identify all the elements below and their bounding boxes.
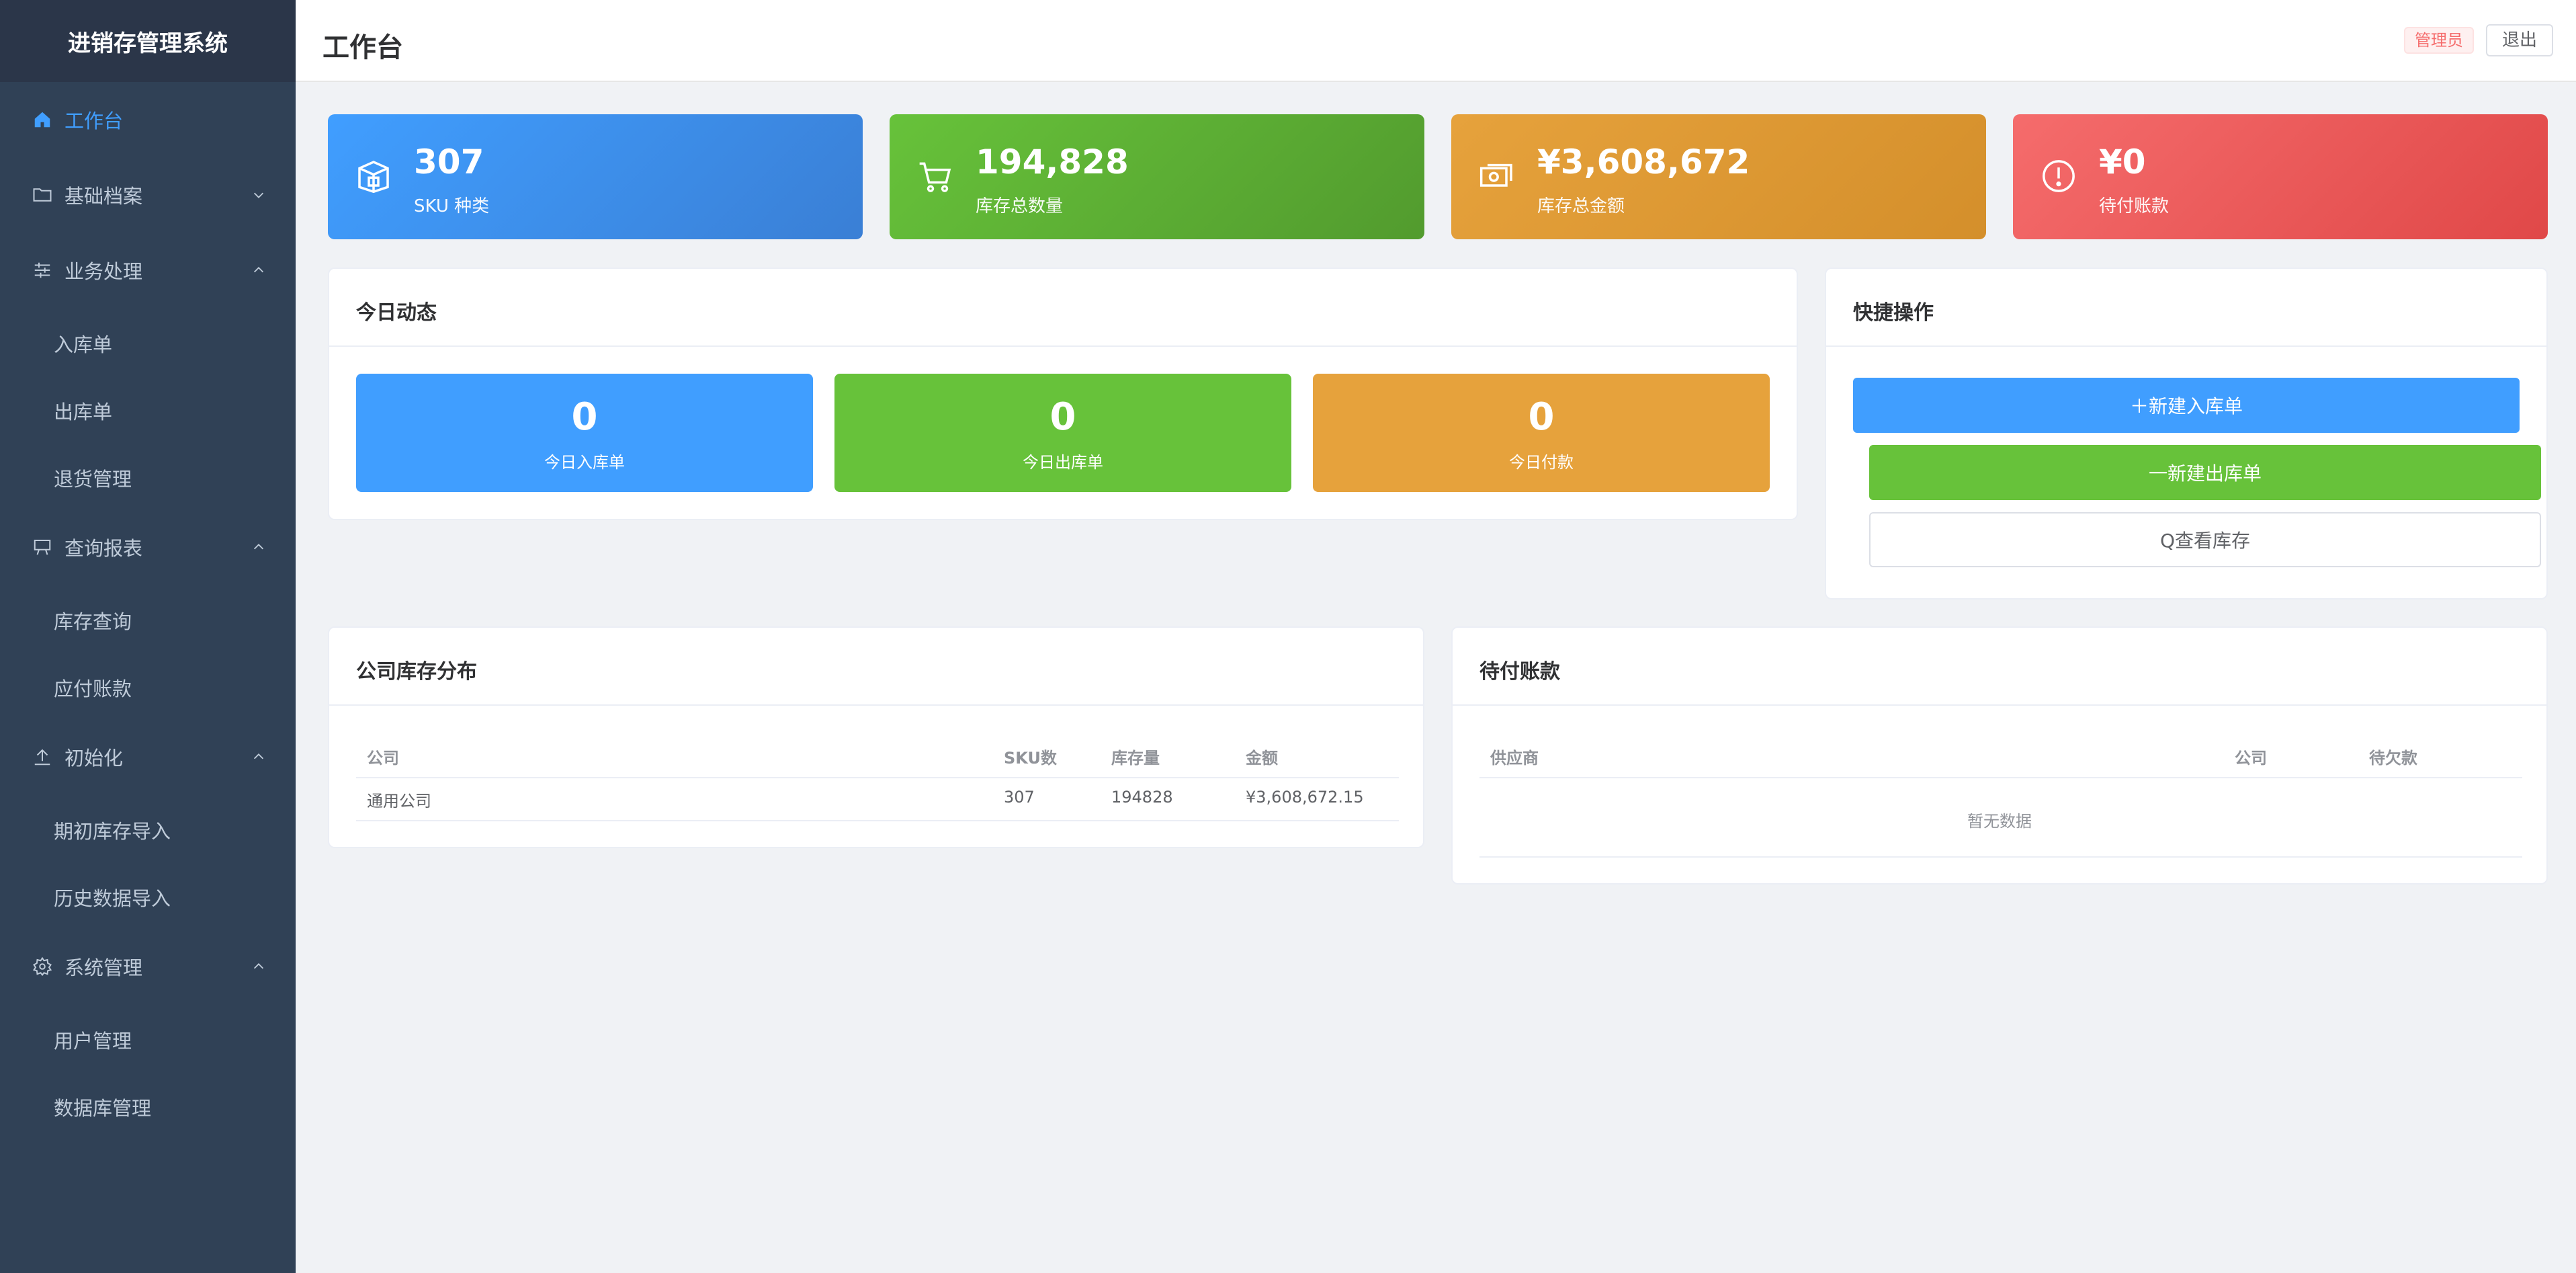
column-header: SKU数: [1004, 749, 1057, 768]
today-activity-panel: 今日动态 0 今日入库单 0 今日出库单 0 今日付款: [328, 268, 1798, 520]
table-cell: 194828: [1111, 788, 1173, 807]
sidebar-item-label: 初始化: [65, 747, 124, 770]
cart-icon: [919, 162, 951, 192]
warning-icon: [2043, 160, 2075, 192]
stat-card-payables: ¥0 待付账款: [2013, 114, 2548, 239]
sidebar-item-init[interactable]: 初始化: [0, 742, 296, 772]
today-outbound-card: 0 今日出库单: [834, 374, 1291, 492]
today-label: 今日付款: [1509, 453, 1574, 472]
stat-card-quantity: 194,828 库存总数量: [890, 114, 1424, 239]
stock-distribution-panel: 公司库存分布 公司 SKU数 库存量 金额 通用公司 307 194828 ¥3…: [328, 626, 1424, 848]
page-title: 工作台: [323, 32, 403, 63]
stat-value: ¥0: [2099, 142, 2146, 181]
sidebar-item-inbound[interactable]: 入库单: [54, 329, 112, 358]
top-header: 工作台 管理员 退出: [296, 0, 2576, 82]
chevron-up-icon: [250, 958, 267, 975]
today-inbound-card: 0 今日入库单: [356, 374, 813, 492]
column-header: 金额: [1246, 749, 1278, 768]
sidebar-item-business[interactable]: 业务处理: [0, 255, 296, 285]
sidebar-item-label: 工作台: [65, 110, 124, 132]
role-badge: 管理员: [2404, 27, 2474, 54]
new-outbound-button[interactable]: 一新建出库单: [1869, 445, 2541, 500]
stat-value: ¥3,608,672: [1537, 142, 1750, 181]
column-header: 库存量: [1111, 749, 1160, 768]
sidebar-item-reports[interactable]: 查询报表: [0, 532, 296, 562]
chevron-up-icon: [250, 748, 267, 766]
upload-icon: [31, 745, 54, 768]
panel-title: 公司库存分布: [356, 660, 477, 684]
chevron-up-icon: [250, 261, 267, 279]
sidebar-item-label: 业务处理: [65, 260, 143, 283]
column-header: 公司: [367, 749, 399, 768]
today-value: 0: [1049, 395, 1076, 439]
folder-icon: [31, 183, 54, 206]
panel-title: 快捷操作: [1853, 301, 1934, 325]
panel-title: 待付账款: [1479, 660, 1560, 684]
sidebar-item-stock-query[interactable]: 库存查询: [54, 606, 132, 634]
stat-label: 库存总金额: [1537, 196, 1625, 216]
sidebar-item-label: 查询报表: [65, 537, 143, 560]
chevron-down-icon: [250, 186, 267, 204]
sidebar: 进销存管理系统 工作台 基础档案 业务处理 入库单 出库单 退货管理 查询报表: [0, 0, 296, 1273]
stat-label: SKU 种类: [414, 196, 490, 216]
empty-state: 暂无数据: [1967, 812, 2032, 831]
app-title: 进销存管理系统: [0, 0, 296, 82]
sidebar-item-user-management[interactable]: 用户管理: [54, 1026, 132, 1054]
sidebar-item-returns[interactable]: 退货管理: [54, 464, 132, 492]
stat-card-sku: 307 SKU 种类: [328, 114, 863, 239]
stat-value: 307: [414, 142, 484, 181]
table-cell: ¥3,608,672.15: [1246, 788, 1364, 807]
today-label: 今日出库单: [1023, 453, 1103, 472]
stat-value: 194,828: [976, 142, 1129, 181]
panel-title: 今日动态: [356, 301, 437, 325]
column-header: 待欠款: [2369, 749, 2417, 768]
payables-panel: 待付账款 供应商 公司 待欠款 暂无数据: [1451, 626, 2548, 885]
quick-actions-panel: 快捷操作 ＋新建入库单 一新建出库单 Q查看库存: [1825, 268, 2548, 600]
sidebar-item-system[interactable]: 系统管理: [0, 952, 296, 981]
sidebar-item-opening-stock-import[interactable]: 期初库存导入: [54, 816, 171, 844]
box-icon: [358, 161, 389, 194]
money-icon: [1479, 163, 1512, 187]
table-cell: 307: [1004, 788, 1035, 807]
today-payment-card: 0 今日付款: [1313, 374, 1770, 492]
sidebar-item-history-import[interactable]: 历史数据导入: [54, 883, 171, 911]
presentation-icon: [31, 536, 54, 559]
gear-icon: [31, 955, 54, 978]
logout-button[interactable]: 退出: [2485, 24, 2553, 56]
column-header: 公司: [2235, 749, 2267, 768]
sidebar-item-label: 系统管理: [65, 956, 143, 979]
sidebar-item-database-management[interactable]: 数据库管理: [54, 1093, 151, 1121]
view-stock-button[interactable]: Q查看库存: [1869, 512, 2541, 567]
sidebar-item-payables[interactable]: 应付账款: [54, 673, 132, 702]
home-icon: [31, 108, 54, 131]
stat-label: 待付账款: [2099, 196, 2170, 216]
sidebar-item-label: 基础档案: [65, 185, 143, 208]
today-value: 0: [1528, 395, 1555, 439]
table-cell: 通用公司: [367, 792, 431, 811]
sidebar-item-dashboard[interactable]: 工作台: [0, 105, 296, 134]
column-header: 供应商: [1490, 749, 1539, 768]
chevron-up-icon: [250, 538, 267, 556]
new-inbound-button[interactable]: ＋新建入库单: [1853, 378, 2520, 433]
stat-card-amount: ¥3,608,672 库存总金额: [1451, 114, 1986, 239]
sidebar-item-outbound[interactable]: 出库单: [54, 397, 112, 425]
stat-label: 库存总数量: [976, 196, 1064, 216]
sidebar-item-basic-records[interactable]: 基础档案: [0, 180, 296, 210]
today-value: 0: [571, 395, 598, 439]
sliders-icon: [31, 259, 54, 282]
today-label: 今日入库单: [544, 453, 625, 472]
